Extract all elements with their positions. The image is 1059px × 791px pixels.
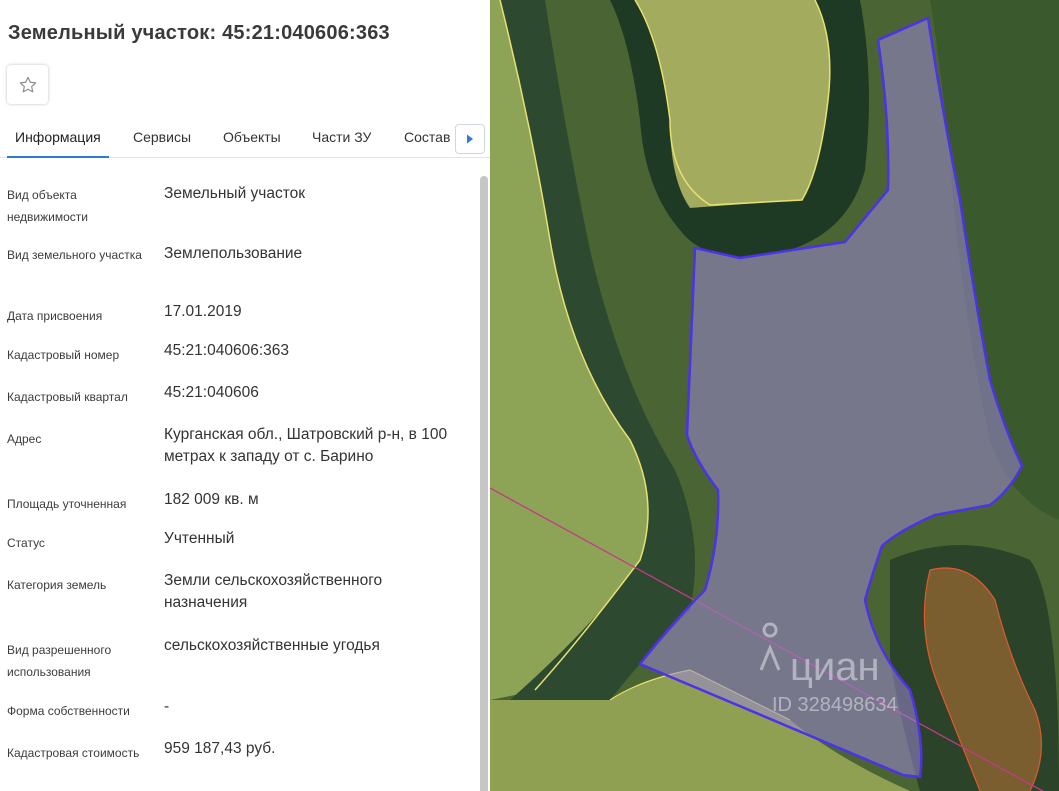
field-value: Учтенный	[164, 530, 235, 547]
field-label: Статус	[7, 536, 45, 550]
watermark-id: ID 328498634	[772, 694, 898, 716]
field-label: Площадь уточненная	[7, 497, 127, 511]
tab-services[interactable]: Сервисы	[133, 129, 191, 145]
field-value: 45:21:040606	[164, 384, 259, 401]
field-value: Земельный участок	[164, 185, 306, 202]
map-canvas: циан ID 328498634	[490, 0, 1059, 791]
tab-objects[interactable]: Объекты	[223, 129, 281, 145]
field-value: Землепользование	[164, 245, 303, 262]
tabs-next-button[interactable]	[455, 124, 485, 154]
field-value: -	[164, 698, 170, 715]
field-label: Адрес	[7, 432, 42, 446]
tab-composition[interactable]: Состав	[404, 129, 450, 145]
field-value: Курганская обл., Шатровский р-н, в 100 м…	[164, 426, 448, 465]
field-label: Форма собственности	[7, 704, 130, 718]
field-label: Кадастровая стоимость	[7, 746, 140, 760]
star-outline-icon	[19, 76, 36, 92]
tab-information[interactable]: Информация	[15, 129, 101, 145]
field-label: Дата присвоения	[7, 309, 103, 323]
field-value: 182 009 кв. м	[164, 491, 259, 508]
field-value: 45:21:040606:363	[164, 342, 289, 359]
page-title: Земельный участок: 45:21:040606:363	[8, 22, 390, 44]
satellite-map[interactable]: циан ID 328498634	[490, 0, 1059, 791]
field-value: Земли сельскохозяйственного назначения	[164, 572, 383, 611]
tab-parcel-parts[interactable]: Части ЗУ	[312, 129, 371, 145]
field-label: Вид объекта недвижимости	[7, 188, 88, 224]
info-panel: Земельный участок: 45:21:040606:363 Инфо…	[0, 0, 490, 791]
field-label: Кадастровый номер	[7, 348, 120, 362]
active-tab-indicator	[7, 156, 109, 158]
panel-scrollbar[interactable]	[480, 176, 488, 791]
field-value: сельскохозяйственные угодья	[164, 637, 380, 654]
favorite-button[interactable]	[7, 65, 48, 104]
caret-right-icon	[467, 134, 473, 144]
tab-bar: Информация Сервисы Объекты Части ЗУ Сост…	[0, 118, 490, 158]
field-value: 959 187,43 руб.	[164, 740, 276, 757]
field-label: Вид разрешенного использования	[7, 643, 112, 679]
field-label: Вид земельного участка	[7, 248, 142, 262]
field-value: 17.01.2019	[164, 303, 242, 320]
field-label: Кадастровый квартал	[7, 390, 128, 404]
field-label: Категория земель	[7, 578, 107, 592]
watermark-brand: циан	[790, 645, 880, 689]
